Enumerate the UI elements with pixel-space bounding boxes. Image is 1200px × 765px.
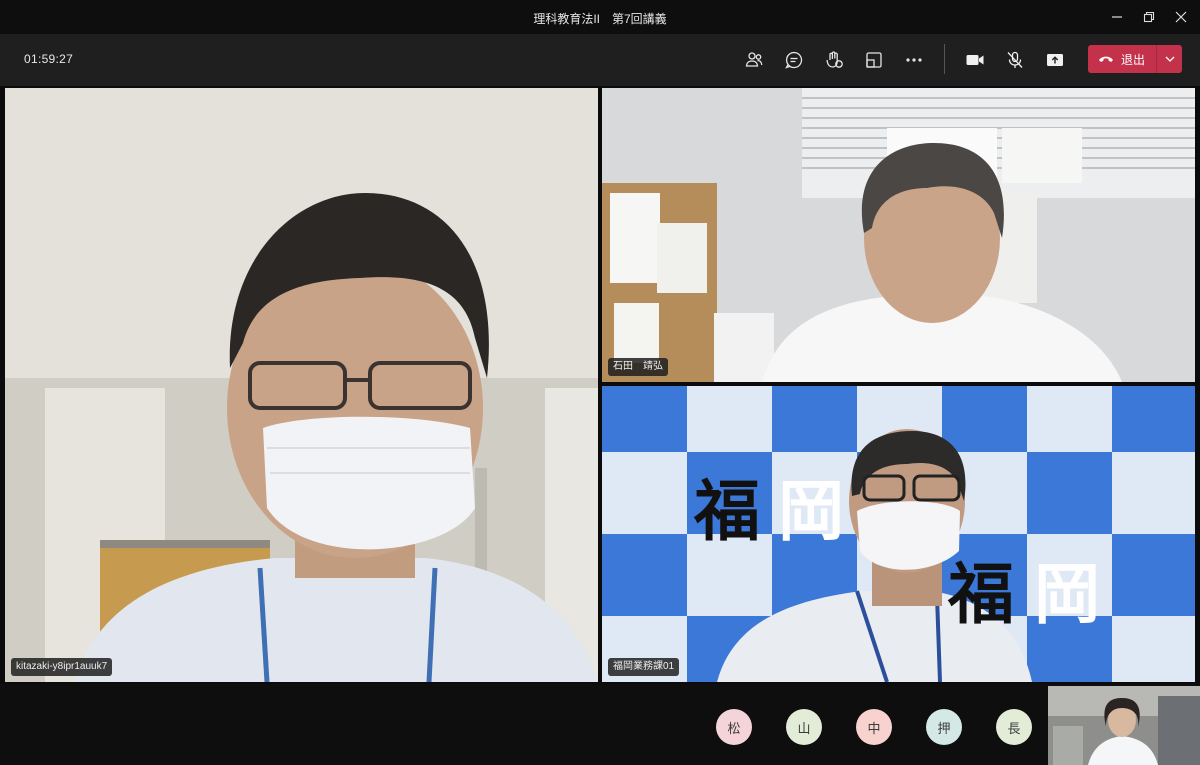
camera-icon[interactable]	[961, 46, 989, 74]
avatar-2[interactable]: 山	[786, 709, 822, 745]
title-bar: 理科教育法II 第7回講義	[0, 0, 1200, 34]
leave-main[interactable]: 退出	[1088, 45, 1156, 73]
avatar-initial: 押	[937, 720, 951, 736]
leave-label: 退出	[1121, 52, 1146, 67]
self-video	[1048, 686, 1200, 765]
leave-button[interactable]: 退出	[1088, 45, 1182, 73]
video-tile-large[interactable]: kitazaki-y8ipr1auuk7	[5, 88, 598, 682]
participant-video-fukuoka	[602, 386, 1195, 682]
minimize-icon[interactable]	[1104, 6, 1130, 28]
video-tile-top-right[interactable]: 石田 靖弘	[602, 88, 1195, 382]
background-kanji-2: 岡	[778, 473, 844, 550]
avatar-3[interactable]: 中	[856, 709, 892, 745]
restore-icon[interactable]	[1136, 6, 1162, 28]
avatar-initial: 中	[867, 720, 881, 736]
hang-up-icon	[1099, 56, 1113, 62]
more-options-icon[interactable]	[900, 46, 928, 74]
toolbar-divider	[944, 44, 945, 74]
reactions-icon[interactable]	[820, 46, 848, 74]
meeting-timer: 01:59:27	[24, 52, 74, 66]
close-icon[interactable]	[1168, 6, 1194, 28]
participant-name-tag: 石田 靖弘	[608, 358, 668, 376]
background-kanji-1: 福	[694, 473, 760, 550]
background-kanji-3: 福	[948, 556, 1014, 633]
avatar-initial: 長	[1007, 720, 1021, 736]
share-screen-icon[interactable]	[1041, 46, 1069, 74]
participant-name-tag: kitazaki-y8ipr1auuk7	[11, 658, 113, 676]
avatar-initial: 松	[727, 720, 741, 736]
participant-name-tag: 福岡業務課01	[608, 658, 680, 676]
avatar-4[interactable]: 押	[926, 709, 962, 745]
breakout-rooms-icon[interactable]	[860, 46, 888, 74]
leave-dropdown[interactable]	[1157, 45, 1182, 73]
participant-video-ishida	[602, 88, 1195, 382]
avatar-1[interactable]: 松	[716, 709, 752, 745]
mic-off-icon[interactable]	[1001, 46, 1029, 74]
self-view-video[interactable]	[1048, 686, 1200, 765]
avatar-initial: 山	[797, 720, 811, 736]
chat-icon[interactable]	[780, 46, 808, 74]
window-title: 理科教育法II 第7回講義	[533, 12, 667, 26]
chevron-down-icon	[1165, 56, 1174, 62]
participant-video-kitazaki	[5, 88, 598, 682]
participants-icon[interactable]	[740, 46, 768, 74]
video-tile-bottom-right[interactable]: 福 岡 福 岡 福岡業務課01	[602, 386, 1195, 682]
background-kanji-4: 岡	[1034, 556, 1100, 633]
meeting-toolbar: 01:59:27 退出	[0, 34, 1200, 86]
avatar-5[interactable]: 長	[996, 709, 1032, 745]
